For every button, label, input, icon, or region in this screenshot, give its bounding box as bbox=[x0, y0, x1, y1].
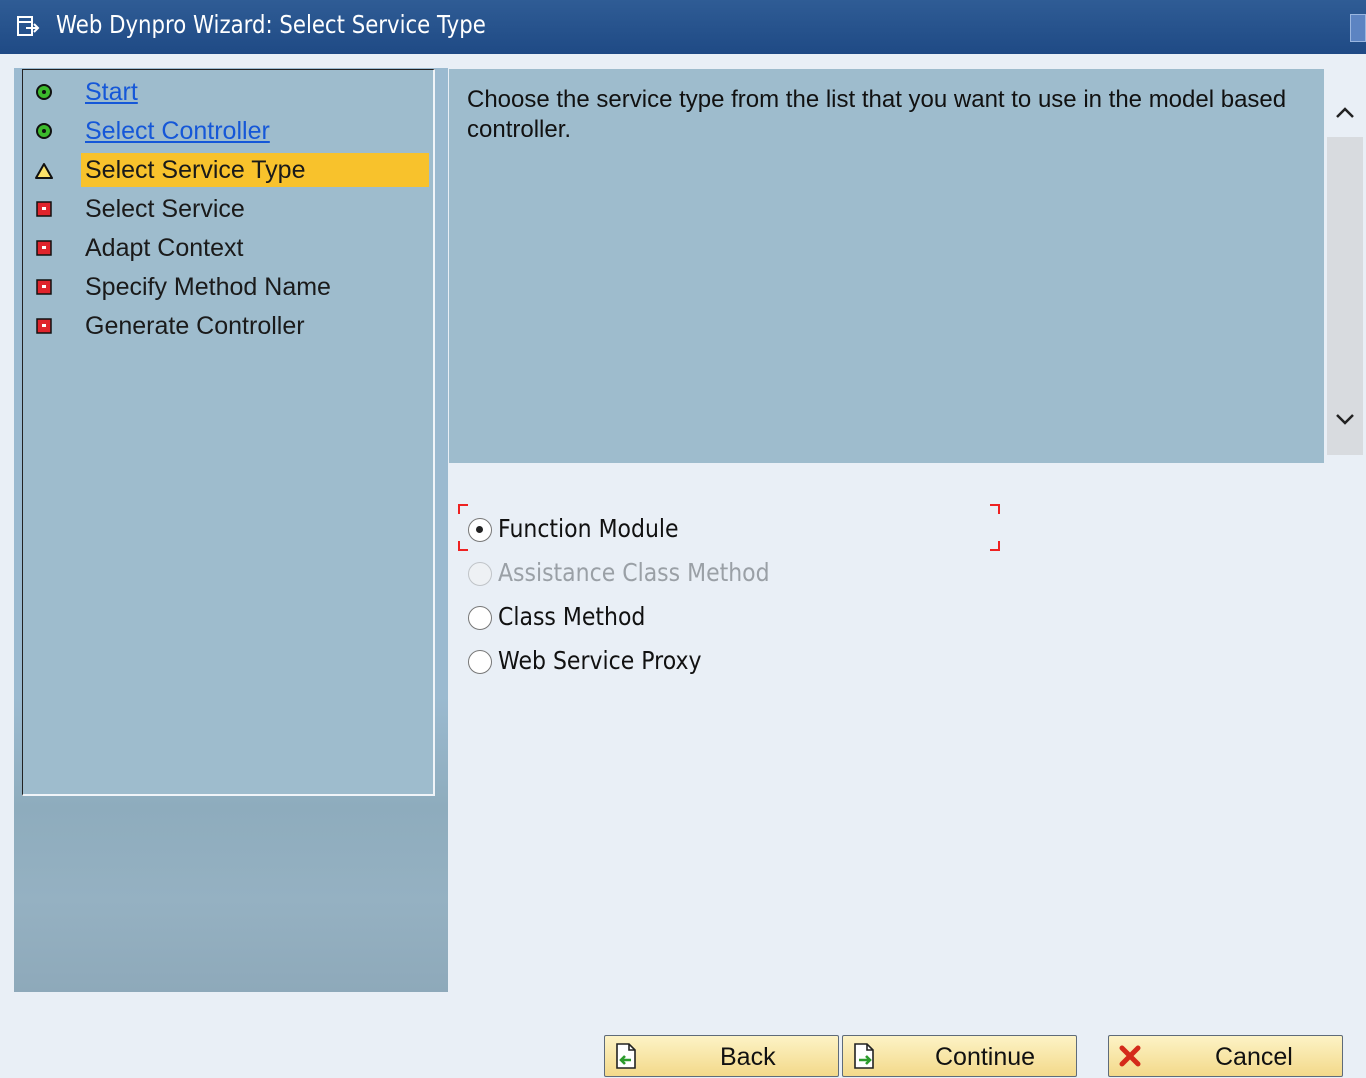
cancel-label[interactable]: Cancel bbox=[1215, 1043, 1293, 1072]
scroll-up-icon[interactable] bbox=[1330, 99, 1360, 127]
step-select-service: Select Service bbox=[23, 191, 433, 227]
step-label: Select Service bbox=[85, 195, 245, 223]
description-panel: Choose the service type from the list th… bbox=[449, 69, 1324, 463]
continue-label[interactable]: Continue bbox=[935, 1043, 1035, 1072]
back-button[interactable]: Back bbox=[604, 1035, 839, 1077]
radio-button[interactable] bbox=[468, 606, 492, 630]
back-label[interactable]: Back bbox=[720, 1043, 776, 1072]
description-scrollbar[interactable] bbox=[1324, 69, 1366, 463]
description-text: Choose the service type from the list th… bbox=[467, 86, 1287, 143]
step-select-controller[interactable]: Select Controller bbox=[23, 113, 433, 149]
step-generate-controller: Generate Controller bbox=[23, 308, 433, 344]
title-bar: Web Dynpro Wizard: Select Service Type bbox=[0, 0, 1366, 54]
step-label: Generate Controller bbox=[85, 312, 305, 340]
radio-button[interactable] bbox=[468, 650, 492, 674]
radio-label[interactable]: Function Module bbox=[498, 514, 679, 543]
continue-button[interactable]: Continue bbox=[842, 1035, 1077, 1077]
window-title: Web Dynpro Wizard: Select Service Type bbox=[56, 10, 486, 39]
back-page-icon bbox=[616, 1043, 636, 1069]
radio-function-module[interactable]: Function Module bbox=[468, 512, 1068, 548]
step-label: Specify Method Name bbox=[85, 273, 331, 301]
red-square-icon bbox=[36, 201, 52, 217]
step-adapt-context: Adapt Context bbox=[23, 230, 433, 266]
radio-assistance-class-method: Assistance Class Method bbox=[468, 556, 1068, 592]
continue-page-icon bbox=[854, 1043, 874, 1069]
green-circle-icon bbox=[36, 84, 52, 100]
roadmap-steps: Start Select Controller Select Service T… bbox=[22, 69, 435, 796]
radio-label[interactable]: Web Service Proxy bbox=[498, 646, 702, 675]
radio-button-selected[interactable] bbox=[468, 518, 492, 542]
step-label[interactable]: Start bbox=[81, 77, 142, 107]
step-label[interactable]: Select Controller bbox=[81, 116, 274, 146]
radio-label[interactable]: Class Method bbox=[498, 602, 645, 631]
step-start[interactable]: Start bbox=[23, 74, 433, 110]
step-specify-method-name: Specify Method Name bbox=[23, 269, 433, 305]
red-square-icon bbox=[36, 279, 52, 295]
step-select-service-type: Select Service Type bbox=[23, 153, 433, 189]
red-square-icon bbox=[36, 318, 52, 334]
focus-corner bbox=[458, 541, 468, 551]
radio-label: Assistance Class Method bbox=[498, 558, 770, 587]
red-square-icon bbox=[36, 240, 52, 256]
step-label: Adapt Context bbox=[85, 234, 244, 262]
radio-class-method[interactable]: Class Method bbox=[468, 600, 1068, 636]
radio-web-service-proxy[interactable]: Web Service Proxy bbox=[468, 644, 1068, 680]
wizard-icon bbox=[17, 16, 40, 36]
warning-triangle-icon bbox=[35, 163, 53, 179]
scroll-down-icon[interactable] bbox=[1330, 405, 1360, 433]
close-button[interactable] bbox=[1350, 14, 1366, 42]
red-x-icon bbox=[1119, 1045, 1141, 1067]
step-label: Select Service Type bbox=[81, 153, 429, 187]
cancel-button[interactable]: Cancel bbox=[1108, 1035, 1343, 1077]
focus-corner bbox=[458, 504, 468, 514]
radio-button-disabled bbox=[468, 562, 492, 586]
green-circle-icon bbox=[36, 123, 52, 139]
